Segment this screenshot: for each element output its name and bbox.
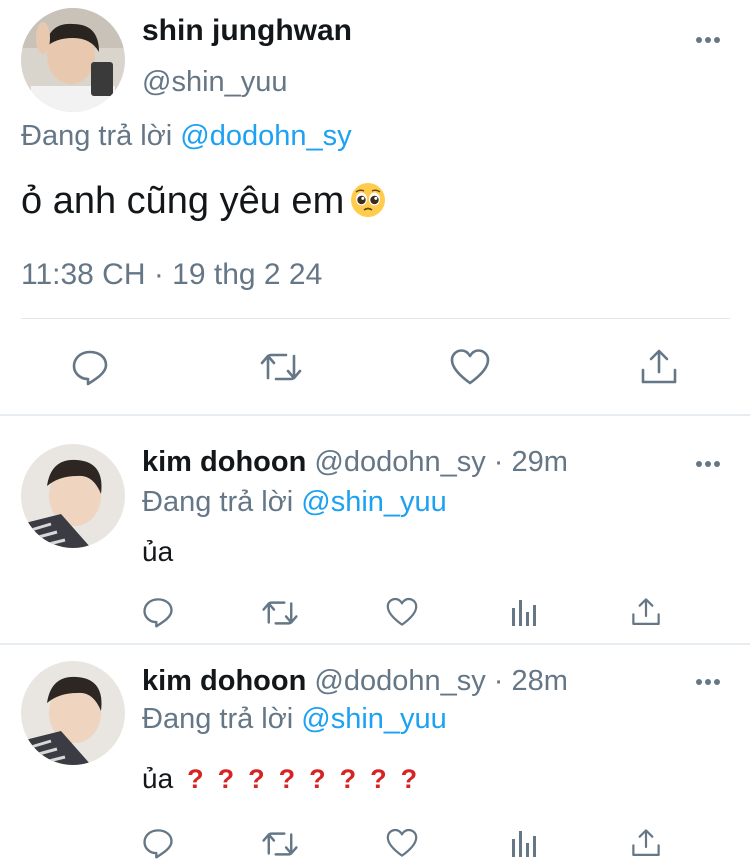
- replying-to: Đang trả lời @dodohn_sy: [21, 120, 352, 153]
- question-mark: ?: [248, 764, 265, 794]
- tweet-text-content: ỏ anh cũng yêu em: [21, 180, 345, 222]
- reply-to-mention[interactable]: @dodohn_sy: [180, 120, 351, 152]
- tweet-text: ủa????????: [142, 763, 417, 795]
- separator: ·: [493, 665, 504, 697]
- reply-header: kim dohoon @dodohn_sy · 29m: [142, 446, 568, 479]
- reply-prefix: Đang trả lời: [21, 120, 173, 152]
- tweet-text: ỏ anh cũng yêu em: [21, 180, 386, 223]
- author-name[interactable]: kim dohoon: [142, 665, 306, 697]
- separator: ·: [493, 446, 504, 478]
- like-icon[interactable]: [386, 828, 418, 858]
- question-mark: ?: [400, 764, 418, 794]
- retweet-icon[interactable]: [259, 350, 303, 384]
- question-mark: ?: [309, 764, 326, 794]
- tweet-time[interactable]: 29m: [512, 446, 568, 478]
- reply-to-mention[interactable]: @shin_yuu: [301, 703, 447, 735]
- divider: [21, 318, 730, 319]
- avatar[interactable]: [21, 444, 125, 548]
- reply-prefix: Đang trả lời: [142, 703, 294, 735]
- question-mark: ?: [339, 764, 357, 794]
- more-options-icon[interactable]: [696, 460, 724, 468]
- analytics-icon[interactable]: [511, 596, 539, 628]
- avatar[interactable]: [21, 8, 125, 112]
- author-handle[interactable]: @shin_yuu: [142, 66, 288, 99]
- author-handle[interactable]: @dodohn_sy: [314, 665, 485, 697]
- like-icon[interactable]: [386, 597, 418, 627]
- reply-tweet[interactable]: kim dohoon @dodohn_sy · 29m Đang trả lời…: [0, 416, 750, 644]
- replying-to: Đang trả lời @shin_yuu: [142, 486, 447, 519]
- share-icon[interactable]: [631, 827, 661, 859]
- tweet-text-content: ủa: [142, 763, 174, 794]
- author-name[interactable]: shin junghwan: [142, 14, 352, 48]
- tweet-text: ủa: [142, 536, 174, 567]
- reply-tweet[interactable]: kim dohoon @dodohn_sy · 28m Đang trả lời…: [0, 645, 750, 865]
- author-handle[interactable]: @dodohn_sy: [314, 446, 485, 478]
- reply-header: kim dohoon @dodohn_sy · 28m: [142, 665, 568, 698]
- analytics-icon[interactable]: [511, 827, 539, 859]
- question-mark: ?: [187, 764, 204, 794]
- main-tweet: shin junghwan @shin_yuu Đang trả lời @do…: [0, 0, 750, 416]
- reply-icon[interactable]: [142, 596, 174, 628]
- tweet-time[interactable]: 28m: [512, 665, 568, 697]
- more-options-icon[interactable]: [696, 36, 724, 44]
- pleading-face-icon: [351, 183, 386, 217]
- question-mark: ?: [370, 764, 387, 794]
- reply-to-mention[interactable]: @shin_yuu: [301, 486, 447, 518]
- share-icon[interactable]: [631, 596, 661, 628]
- question-mark: ?: [278, 764, 296, 794]
- reply-icon[interactable]: [142, 827, 174, 859]
- tweet-timestamp[interactable]: 11:38 CH · 19 thg 2 24: [21, 258, 322, 292]
- share-icon[interactable]: [640, 348, 678, 386]
- avatar[interactable]: [21, 661, 125, 765]
- retweet-icon[interactable]: [261, 829, 299, 859]
- retweet-icon[interactable]: [261, 598, 299, 628]
- reply-prefix: Đang trả lời: [142, 486, 294, 518]
- author-name[interactable]: kim dohoon: [142, 446, 306, 478]
- question-mark: ?: [217, 764, 235, 794]
- replying-to: Đang trả lời @shin_yuu: [142, 703, 447, 736]
- more-options-icon[interactable]: [696, 678, 724, 686]
- reply-icon[interactable]: [71, 348, 109, 386]
- like-icon[interactable]: [450, 348, 490, 386]
